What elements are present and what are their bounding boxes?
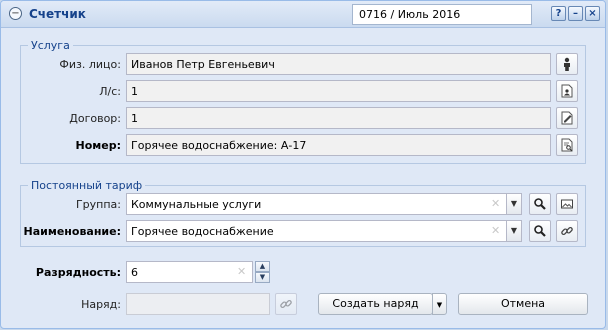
service-legend: Услуга <box>31 39 70 52</box>
create-order-button[interactable]: Создать наряд <box>318 293 433 315</box>
number-label: Номер: <box>75 139 122 152</box>
group-search-button[interactable] <box>529 193 551 215</box>
account-card-icon <box>561 84 573 98</box>
cancel-button[interactable]: Отмена <box>458 293 588 315</box>
collapse-icon[interactable]: − <box>9 7 22 20</box>
tariff-name-combo-input[interactable]: Горячее водоснабжение <box>126 220 507 242</box>
group-card-button[interactable] <box>556 193 578 215</box>
order-field <box>126 293 270 315</box>
link-icon <box>280 299 292 309</box>
order-link-button[interactable] <box>275 293 297 315</box>
account-field[interactable]: 1 <box>126 80 551 102</box>
meter-window: − Счетчик 0716 / Июль 2016 ? – × Услуга … <box>0 0 606 329</box>
tariff-link-button[interactable] <box>556 220 578 242</box>
group-clear-icon[interactable]: ✕ <box>491 197 500 210</box>
create-order-menu-button[interactable]: ▼ <box>432 293 447 315</box>
group-label: Группа: <box>75 198 121 211</box>
order-label: Наряд: <box>81 298 121 311</box>
group-dropdown-trigger[interactable]: ▼ <box>506 193 522 215</box>
chevron-down-icon: ▼ <box>259 273 266 281</box>
digits-clear-icon[interactable]: ✕ <box>237 265 246 278</box>
person-card-button[interactable] <box>556 53 578 75</box>
link-icon <box>561 226 573 236</box>
tariff-name-search-button[interactable] <box>529 220 551 242</box>
close-button[interactable]: × <box>585 6 600 21</box>
number-field[interactable]: Горячее водоснабжение: А-17 <box>126 134 551 156</box>
contract-edit-icon <box>561 111 573 125</box>
digits-label: Разрядность: <box>35 266 121 279</box>
search-icon <box>534 198 546 210</box>
contract-edit-button[interactable] <box>556 107 578 129</box>
tariff-name-clear-icon[interactable]: ✕ <box>491 224 500 237</box>
digits-spin-up[interactable]: ▲ <box>255 261 270 272</box>
title-bar: − Счетчик 0716 / Июль 2016 ? – × <box>1 1 605 28</box>
window-title: Счетчик <box>29 7 86 21</box>
chevron-up-icon: ▲ <box>259 262 266 270</box>
contract-label: Договор: <box>69 112 121 125</box>
account-card-button[interactable] <box>556 80 578 102</box>
minimize-button[interactable]: – <box>568 6 583 21</box>
contract-field[interactable]: 1 <box>126 107 551 129</box>
search-icon <box>534 225 546 237</box>
digits-input[interactable]: 6 <box>126 261 253 283</box>
image-card-icon <box>561 199 573 209</box>
help-button[interactable]: ? <box>551 6 566 21</box>
tariff-name-label: Наименование: <box>23 225 122 238</box>
digits-spin-down[interactable]: ▼ <box>255 272 270 283</box>
tariff-legend: Постоянный тариф <box>31 179 143 192</box>
chevron-down-icon: ▼ <box>436 301 443 309</box>
person-icon <box>564 57 570 71</box>
person-label: Физ. лицо: <box>59 58 121 71</box>
group-combo-input[interactable]: Коммунальные услуги <box>126 193 507 215</box>
period-field: 0716 / Июль 2016 <box>352 4 532 25</box>
person-field[interactable]: Иванов Петр Евгеньевич <box>126 53 551 75</box>
chevron-down-icon: ▼ <box>510 226 518 235</box>
tariff-name-dropdown-trigger[interactable]: ▼ <box>506 220 522 242</box>
document-search-icon <box>561 138 573 152</box>
number-details-button[interactable] <box>556 134 578 156</box>
chevron-down-icon: ▼ <box>510 199 518 208</box>
account-label: Л/с: <box>99 85 121 98</box>
